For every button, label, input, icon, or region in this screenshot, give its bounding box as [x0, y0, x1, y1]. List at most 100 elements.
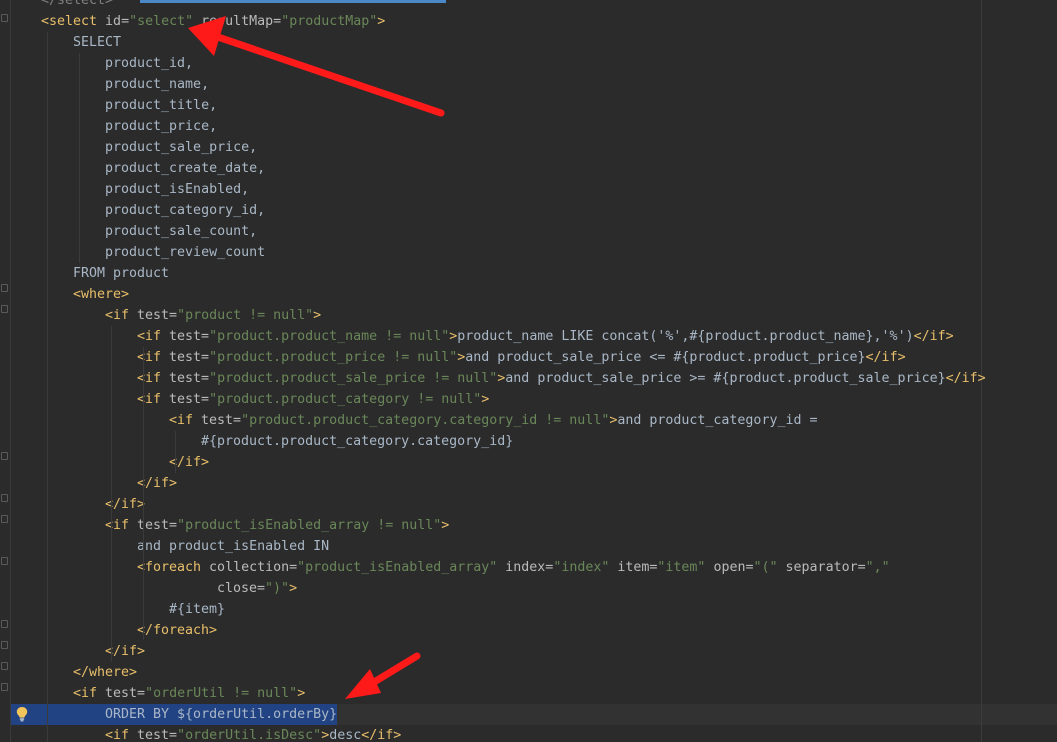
code-token: > [297, 686, 306, 701]
lightbulb-icon[interactable] [15, 706, 29, 722]
code-token: product_category_id, [105, 203, 266, 218]
code-line[interactable]: <if test="product.product_name != null">… [137, 326, 954, 347]
code-line[interactable]: <if test="orderUtil != null"> [73, 683, 305, 704]
fold-marker-icon[interactable] [1, 494, 8, 502]
code-line[interactable]: </select> [41, 0, 113, 11]
code-token: resultMap= [193, 14, 282, 29]
code-line[interactable]: product_sale_count, [105, 221, 257, 242]
code-token: </where> [73, 665, 138, 680]
code-token: "product.product_sale_price != null" [209, 371, 498, 386]
code-line[interactable]: product_create_date, [105, 158, 265, 179]
code-line[interactable]: <if test="product_isEnabled_array != nul… [105, 515, 449, 536]
code-line[interactable]: product_isEnabled, [105, 179, 249, 200]
fold-marker-icon[interactable] [1, 620, 8, 628]
code-token: <if [137, 371, 162, 386]
code-area[interactable]: </select> <select id="select" resultMap="… [11, 0, 1057, 742]
code-token: > [313, 308, 322, 323]
code-line[interactable]: ORDER BY ${orderUtil.orderBy} [105, 704, 337, 725]
code-line[interactable]: product_price, [105, 116, 217, 137]
code-token: index= [497, 560, 554, 575]
code-token: <select [41, 14, 98, 29]
code-token: product_name, [105, 77, 210, 92]
code-token: test= [129, 728, 178, 742]
code-token: <if [105, 518, 130, 533]
code-token: SELECT [73, 35, 122, 50]
code-line[interactable]: product_review_count [105, 242, 265, 263]
code-token: ORDER BY ${orderUtil.orderBy} [105, 707, 338, 722]
code-line[interactable]: <if test="product != null"> [105, 305, 321, 326]
code-token: ")" [265, 581, 290, 596]
code-token: "orderUtil.isDesc" [177, 728, 322, 742]
code-token: #{item} [169, 602, 226, 617]
code-line[interactable]: <if test="product.product_category.categ… [169, 410, 817, 431]
code-line[interactable]: <if test="product.product_category != nu… [137, 389, 489, 410]
code-token: </if> [361, 728, 402, 742]
code-token: product_title, [105, 98, 218, 113]
code-token: > [321, 728, 330, 742]
fold-marker-icon[interactable] [1, 14, 8, 22]
code-token: #{product.product_category.category_id} [201, 434, 514, 449]
code-line[interactable]: <if test="product.product_price != null"… [137, 347, 906, 368]
code-token: "(" [753, 560, 778, 575]
code-token: "select" [129, 14, 194, 29]
fold-marker-icon[interactable] [1, 641, 8, 649]
editor-gutter[interactable] [0, 0, 11, 742]
code-line[interactable]: close=")"> [209, 578, 297, 599]
code-token: and product_sale_price >= #{product.prod… [505, 371, 946, 386]
code-token: test= [161, 329, 210, 344]
code-token: "product.product_category != null" [209, 392, 482, 407]
code-line[interactable]: <select id="select" resultMap="productMa… [41, 11, 385, 32]
code-token: product_sale_price, [105, 140, 258, 155]
code-line[interactable]: product_category_id, [105, 200, 265, 221]
fold-marker-icon[interactable] [1, 284, 8, 292]
code-line[interactable]: </foreach> [137, 620, 217, 641]
code-line[interactable]: </where> [73, 662, 137, 683]
code-token: test= [97, 686, 146, 701]
code-token: <if [73, 686, 98, 701]
code-token: <if [137, 392, 162, 407]
code-token: <if [169, 413, 194, 428]
code-line[interactable]: FROM product [73, 263, 169, 284]
code-token: and product_isEnabled IN [137, 539, 330, 554]
fold-marker-icon[interactable] [1, 557, 8, 565]
code-token: "product.product_name != null" [209, 329, 450, 344]
code-token: close= [209, 581, 266, 596]
code-token: id= [97, 14, 130, 29]
code-token: <if [105, 308, 130, 323]
code-token: "product_isEnabled_array" [297, 560, 498, 575]
code-line[interactable]: <where> [73, 284, 129, 305]
fold-marker-icon[interactable] [1, 683, 8, 691]
code-token: separator= [777, 560, 866, 575]
code-line[interactable]: SELECT [73, 32, 121, 53]
code-token: <if [105, 728, 130, 742]
code-token: product_name LIKE concat('%',#{product.p… [457, 329, 914, 344]
code-token: <where> [73, 287, 130, 302]
fold-marker-icon[interactable] [1, 662, 8, 670]
code-line[interactable]: #{item} [169, 599, 225, 620]
fold-marker-icon[interactable] [1, 515, 8, 523]
code-token: </if> [865, 350, 906, 365]
code-line[interactable]: product_title, [105, 95, 217, 116]
code-token: </select> [41, 0, 114, 8]
code-token: open= [705, 560, 754, 575]
code-line[interactable]: <if test="orderUtil.isDesc">desc</if> [105, 725, 401, 742]
indent-guide [111, 326, 112, 662]
code-token: "productMap" [281, 14, 378, 29]
code-line[interactable]: product_sale_price, [105, 137, 257, 158]
code-line[interactable]: and product_isEnabled IN [137, 536, 329, 557]
code-line[interactable]: product_name, [105, 74, 209, 95]
code-token: "product_isEnabled_array != null" [177, 518, 442, 533]
code-token: product_price, [105, 119, 218, 134]
code-line[interactable]: <if test="product.product_sale_price != … [137, 368, 986, 389]
code-editor[interactable]: </select> <select id="select" resultMap="… [0, 0, 1057, 742]
code-line[interactable]: <foreach collection="product_isEnabled_a… [137, 557, 890, 578]
code-token: <if [137, 329, 162, 344]
fold-marker-icon[interactable] [1, 305, 8, 313]
fold-marker-icon[interactable] [1, 452, 8, 460]
code-token: <if [137, 350, 162, 365]
code-line[interactable]: product_id, [105, 53, 193, 74]
code-token: "product.product_category.category_id !=… [241, 413, 610, 428]
code-token: and product_sale_price <= #{product.prod… [465, 350, 866, 365]
code-line[interactable]: #{product.product_category.category_id} [201, 431, 513, 452]
code-token: product_isEnabled, [105, 182, 250, 197]
